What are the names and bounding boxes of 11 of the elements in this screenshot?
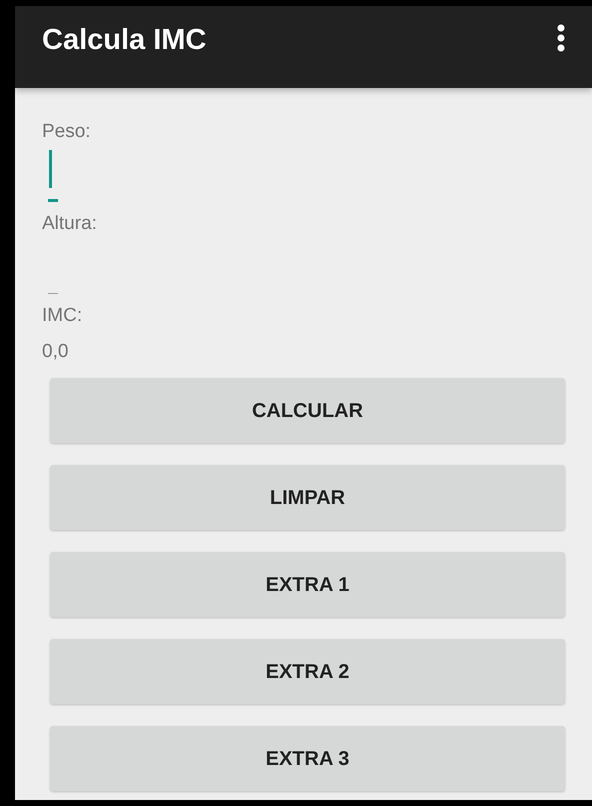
field-label: Peso:: [42, 120, 92, 144]
action-button[interactable]: CALCULAR: [50, 378, 565, 443]
result-value: 0,0: [42, 340, 70, 364]
field-label: Altura:: [42, 212, 98, 236]
action-button[interactable]: EXTRA 2: [50, 639, 565, 704]
action-button[interactable]: EXTRA 1: [50, 552, 565, 617]
field-label: IMC:: [42, 304, 84, 328]
action-button[interactable]: LIMPAR: [50, 465, 565, 530]
app-title: Calcula IMC: [42, 26, 206, 58]
overflow-menu-icon[interactable]: [557, 24, 565, 52]
action-button[interactable]: EXTRA 3: [50, 726, 565, 791]
